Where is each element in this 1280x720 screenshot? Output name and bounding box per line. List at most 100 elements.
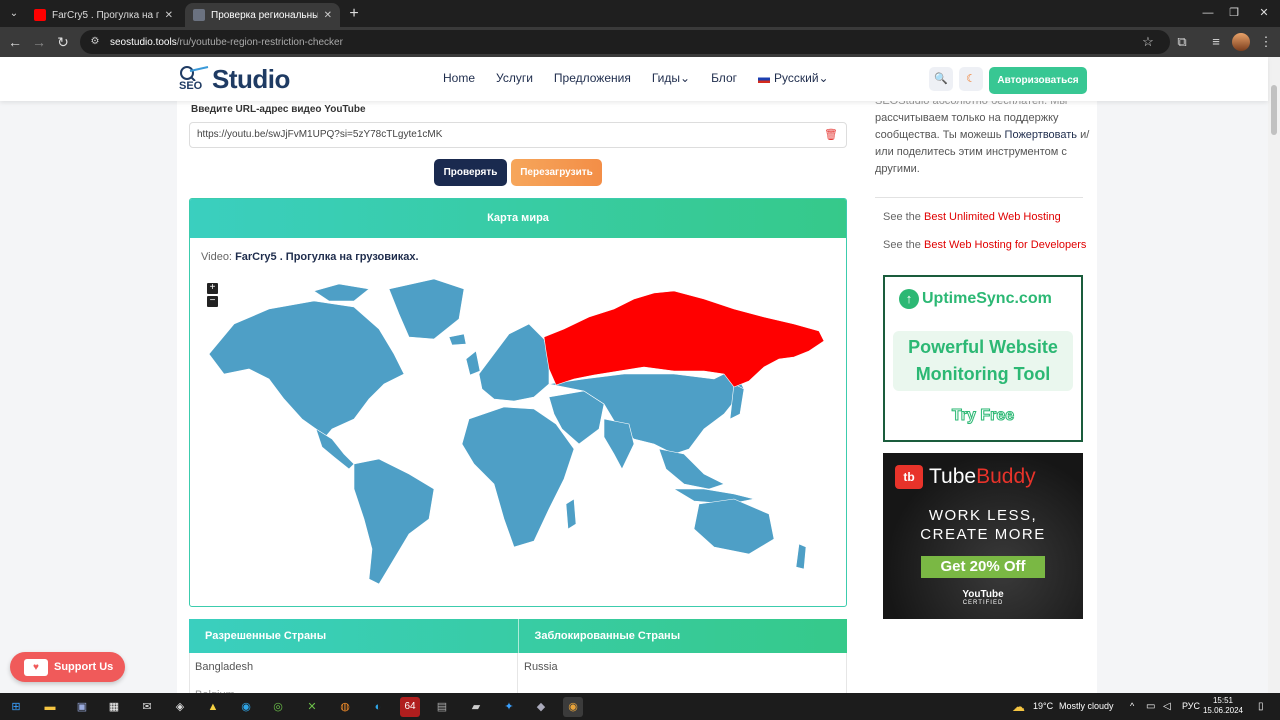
app-icon[interactable]: ▰ <box>466 697 486 717</box>
page-scrollbar[interactable] <box>1268 57 1280 693</box>
map-australia <box>693 498 775 555</box>
seostudio-logo[interactable]: SEO Studio <box>178 63 290 94</box>
video-url-input[interactable]: https://youtu.be/swJjFvM1UPQ?si=5zY78cTL… <box>189 122 847 148</box>
weather-cloud-icon[interactable]: ☁ <box>1012 693 1025 720</box>
network-icon[interactable]: ▭ <box>1146 693 1155 720</box>
check-button[interactable]: Проверять <box>434 159 507 186</box>
notifications-icon[interactable]: ▯ <box>1258 693 1264 720</box>
tab-search-icon[interactable]: ⌄ <box>4 4 24 24</box>
forward-icon[interactable]: → <box>29 32 49 52</box>
allowed-country: Belgium <box>190 681 517 693</box>
table-row: Belgium <box>189 681 847 693</box>
menu-dots-icon[interactable]: ⋮ <box>1256 32 1276 52</box>
store-icon[interactable]: ▦ <box>104 697 124 717</box>
map-title: Карта мира <box>190 199 846 238</box>
best-unlimited-hosting-link[interactable]: Best Unlimited Web Hosting <box>924 211 1061 223</box>
app-icon[interactable]: ▤ <box>432 697 452 717</box>
uptimesync-ad[interactable]: ↑ UptimeSync.com Powerful Website Monito… <box>883 275 1083 442</box>
volume-icon[interactable]: ◁ <box>1163 693 1171 720</box>
app-icon[interactable]: ◍ <box>335 697 355 717</box>
youtube-text: YouTube <box>962 589 1004 600</box>
get-20-off-button[interactable]: Get 20% Off <box>921 556 1045 578</box>
map-arctic-islands <box>313 283 370 302</box>
world-map[interactable] <box>204 279 834 594</box>
nav-offers[interactable]: Предложения <box>554 71 631 85</box>
save-app-icon[interactable]: ▣ <box>72 697 92 717</box>
hosting-line-2: See the Best Web Hosting for Developers <box>883 239 1086 251</box>
bookmark-star-icon[interactable]: ☆ <box>1138 32 1158 52</box>
extensions-icon[interactable]: ⧉ <box>1172 32 1192 52</box>
language-select[interactable]: Русский⌄ <box>758 71 829 85</box>
file-explorer-icon[interactable]: ▬ <box>40 697 60 717</box>
nav-guides-label: Гиды <box>651 71 680 85</box>
allowed-country: Bangladesh <box>195 661 254 673</box>
close-tab-icon[interactable]: ✕ <box>165 10 173 21</box>
site-info-icon[interactable]: ⚙ <box>88 35 102 49</box>
url-bar[interactable]: ⚙ seostudio.tools/ru/youtube-region-rest… <box>80 30 1170 54</box>
tubebuddy-name: TubeBuddy <box>929 465 1036 489</box>
nav-home[interactable]: Home <box>443 71 475 85</box>
back-icon[interactable]: ← <box>5 32 25 52</box>
url-path: /ru/youtube-region-restriction-checker <box>176 36 343 48</box>
try-free-button[interactable]: Try Free <box>885 407 1081 425</box>
media-icon[interactable]: ≡ <box>1206 32 1226 52</box>
blocked-header: Заблокированные Страны <box>517 619 848 653</box>
app-icon[interactable]: ◐ <box>368 697 388 717</box>
uptimesync-headline: Powerful Website Monitoring Tool <box>893 331 1073 391</box>
reload-button[interactable]: Перезагрузить <box>511 159 602 186</box>
site-header: SEO Studio Home Услуги Предложения Гиды⌄… <box>0 57 1268 101</box>
russia-flag-icon <box>758 74 770 83</box>
dark-mode-moon-icon[interactable]: ☾ <box>959 67 983 91</box>
login-button[interactable]: Авторизоваться <box>989 67 1087 94</box>
donate-link[interactable]: Пожертвовать <box>1005 129 1078 141</box>
main-nav: Home Услуги Предложения Гиды⌄ Блог Русск… <box>443 71 829 85</box>
app-icon[interactable]: ◎ <box>268 697 288 717</box>
xbox-icon[interactable]: ✕ <box>302 697 322 717</box>
app-icon[interactable]: ✦ <box>499 697 519 717</box>
reload-icon[interactable]: ↻ <box>53 32 73 52</box>
tab-title: FarCry5 . Прогулка на грузовик <box>52 9 159 21</box>
tray-chevron-icon[interactable]: ^ <box>1130 693 1134 720</box>
nav-blog[interactable]: Блог <box>711 71 737 85</box>
language-indicator[interactable]: РУС <box>1182 693 1200 720</box>
scroll-thumb[interactable] <box>1271 85 1277 135</box>
chrome-icon[interactable]: ◉ <box>563 697 583 717</box>
map-southeast-asia <box>658 448 725 490</box>
nav-guides[interactable]: Гиды⌄ <box>652 71 690 85</box>
new-tab-icon[interactable]: + <box>344 4 364 24</box>
map-north-america <box>208 300 405 442</box>
support-us-button[interactable]: ♥ Support Us <box>10 652 125 682</box>
start-windows-icon[interactable]: ⊞ <box>6 697 26 717</box>
windows-taskbar: ⊞ ▬ ▣ ▦ ✉ ◈ ▲ ◉ ◎ ✕ ◍ ◐ 64 ▤ ▰ ✦ ◆ ◉ ☁ 1… <box>0 693 1280 720</box>
see-prefix: See the <box>883 211 921 223</box>
logo-studio-text: Studio <box>212 63 290 94</box>
browser-tab-checker[interactable]: Проверка региональных огра ✕ <box>185 3 340 27</box>
profile-avatar[interactable] <box>1232 33 1250 51</box>
best-developer-hosting-link[interactable]: Best Web Hosting for Developers <box>924 239 1086 251</box>
mail-icon[interactable]: ✉ <box>137 697 157 717</box>
window-close-icon[interactable]: ✕ <box>1244 0 1280 27</box>
search-icon[interactable]: 🔍 <box>929 67 953 91</box>
app-icon[interactable]: ◈ <box>170 697 190 717</box>
weather-text[interactable]: Mostly cloudy <box>1059 693 1114 720</box>
close-tab-icon[interactable]: ✕ <box>324 10 332 21</box>
video-prefix: Video: <box>201 251 232 263</box>
tubebuddy-tagline-1: WORK LESS, <box>928 507 1038 524</box>
clear-trash-icon[interactable]: 🗑 <box>824 123 838 147</box>
tubebuddy-name-b: Buddy <box>976 465 1036 488</box>
app-icon[interactable]: ◆ <box>531 697 551 717</box>
nav-services[interactable]: Услуги <box>496 71 533 85</box>
edge-icon[interactable]: ◉ <box>236 697 256 717</box>
app-icon[interactable]: ▲ <box>203 697 223 717</box>
tubebuddy-ad[interactable]: tb TubeBuddy WORK LESS, CREATE MORE Get … <box>883 453 1083 619</box>
uptimesync-brand: ↑ UptimeSync.com <box>899 289 1052 309</box>
blocked-country: Russia <box>517 653 846 681</box>
map-iceland <box>448 333 467 346</box>
world-map-card: Карта мира Video: FarCry5 . Прогулка на … <box>189 198 847 607</box>
browser-tab-video[interactable]: FarCry5 . Прогулка на грузовик ✕ <box>26 3 181 27</box>
aida64-icon[interactable]: 64 <box>400 697 420 717</box>
uptimesync-name: UptimeSync.com <box>922 290 1052 307</box>
weather-temp[interactable]: 19°C <box>1033 693 1053 720</box>
chevron-down-icon: ⌄ <box>680 71 691 85</box>
system-clock[interactable]: 15:51 15.06.2024 <box>1200 696 1246 716</box>
